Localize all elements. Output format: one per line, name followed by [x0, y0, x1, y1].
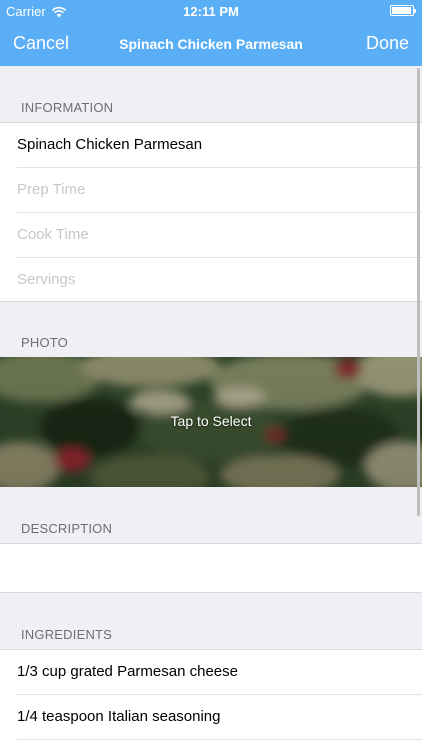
- navigation-bar: Carrier 12:11 PM Cancel Spinach Chicken …: [0, 0, 422, 66]
- servings-field[interactable]: Servings: [17, 258, 422, 303]
- servings-placeholder: Servings: [17, 271, 76, 288]
- vertical-scrollbar[interactable]: [417, 68, 420, 516]
- ingredient-row[interactable]: 1/3 cup grated Parmesan cheese: [17, 650, 422, 695]
- recipe-form[interactable]: INFORMATION Spinach Chicken Parmesan Pre…: [0, 66, 422, 750]
- photo-picker[interactable]: Tap to Select: [0, 357, 422, 487]
- photo-header: PHOTO: [21, 335, 68, 350]
- battery-icon: [390, 5, 416, 16]
- ingredient-text: 1/4 teaspoon Italian seasoning: [17, 708, 221, 725]
- cook-time-placeholder: Cook Time: [17, 226, 89, 243]
- ingredients-group: 1/3 cup grated Parmesan cheese 1/4 teasp…: [0, 649, 422, 750]
- page-title: Spinach Chicken Parmesan: [119, 36, 303, 52]
- tap-to-select-label: Tap to Select: [170, 413, 252, 429]
- ingredients-header: INGREDIENTS: [21, 627, 113, 642]
- description-header: DESCRIPTION: [21, 521, 113, 536]
- description-field[interactable]: [0, 543, 422, 593]
- ingredient-row[interactable]: 1/4 teaspoon Italian seasoning: [17, 695, 422, 740]
- status-time: 12:11 PM: [183, 4, 239, 19]
- prep-time-placeholder: Prep Time: [17, 181, 86, 198]
- recipe-name-value: Spinach Chicken Parmesan: [17, 136, 203, 153]
- information-group: Spinach Chicken Parmesan Prep Time Cook …: [0, 122, 422, 302]
- recipe-name-field[interactable]: Spinach Chicken Parmesan: [17, 123, 422, 168]
- information-header: INFORMATION: [21, 100, 114, 115]
- done-button[interactable]: Done: [366, 33, 409, 54]
- cook-time-field[interactable]: Cook Time: [17, 213, 422, 258]
- prep-time-field[interactable]: Prep Time: [17, 168, 422, 213]
- ingredient-text: 1/3 cup grated Parmesan cheese: [17, 663, 238, 680]
- status-bar: Carrier 12:11 PM: [0, 0, 422, 22]
